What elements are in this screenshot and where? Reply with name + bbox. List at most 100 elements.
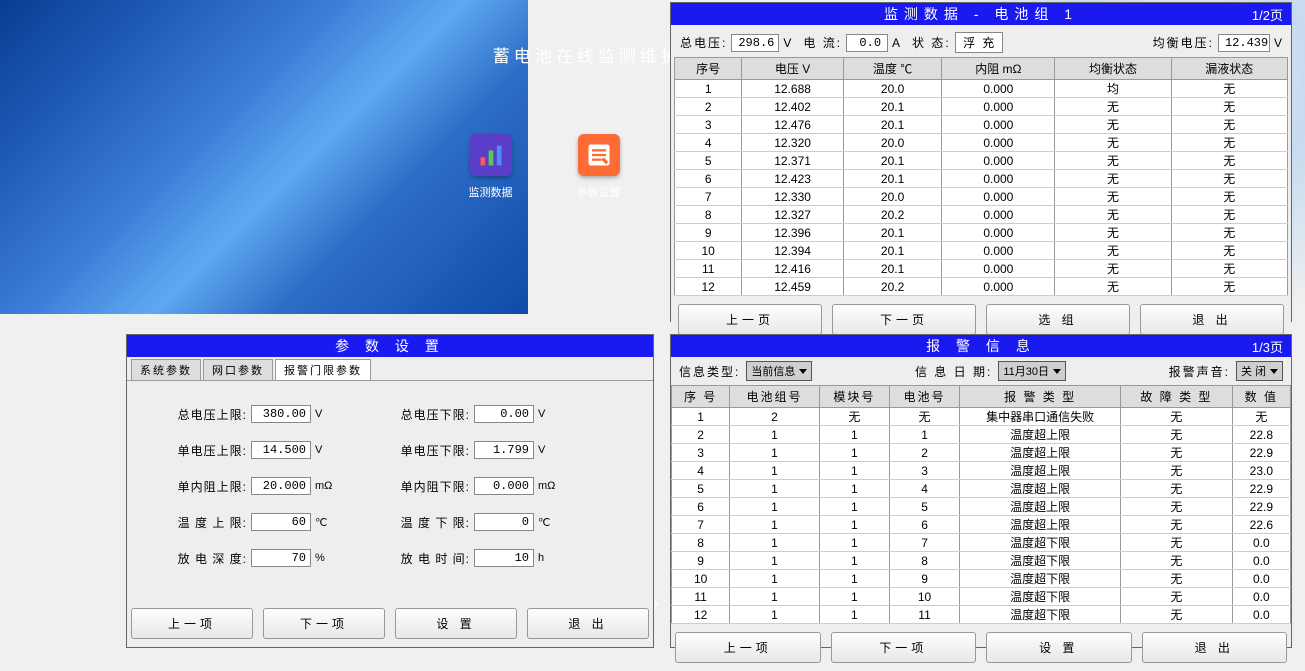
table-row: 212.40220.10.000无无 [675, 98, 1288, 116]
params-button[interactable]: 上一项 [131, 608, 253, 639]
table-cell: 无 [1171, 80, 1287, 98]
alarm-col-header: 模块号 [819, 386, 889, 408]
alarm-button[interactable]: 下一项 [831, 632, 977, 663]
alarm-button[interactable]: 退 出 [1142, 632, 1288, 663]
table-cell: 无 [1171, 152, 1287, 170]
form-input[interactable]: 60 [251, 513, 311, 531]
filter-sound-dropdown[interactable]: 关 闭 [1236, 361, 1283, 381]
form-unit: h [538, 552, 558, 564]
alarm-button[interactable]: 上一项 [675, 632, 821, 663]
form-group: 放 电 深 度:70% [167, 549, 390, 567]
params-button[interactable]: 下一项 [263, 608, 385, 639]
table-cell: 无 [1121, 408, 1232, 426]
filter-date-dropdown[interactable]: 11月30日 [998, 361, 1066, 381]
params-tab[interactable]: 网口参数 [203, 359, 273, 380]
table-cell: 10 [672, 570, 730, 588]
alarm-button[interactable]: 设 置 [986, 632, 1132, 663]
table-cell: 22.9 [1232, 444, 1290, 462]
table-cell: 12.423 [742, 170, 843, 188]
filter-sound-label: 报警声音: [1169, 363, 1230, 380]
form-group: 温 度 上 限:60℃ [167, 513, 390, 531]
form-input[interactable]: 0.00 [474, 405, 534, 423]
table-cell: 集中器串口通信失败 [960, 408, 1121, 426]
form-label: 放 电 深 度: [167, 550, 247, 567]
table-cell: 1 [819, 570, 889, 588]
table-cell: 20.1 [843, 98, 942, 116]
form-unit: V [538, 444, 558, 456]
form-input[interactable]: 70 [251, 549, 311, 567]
table-cell: 无 [1055, 134, 1171, 152]
home-screen: 蓄电池在线监测维护系统 SV1.10 监测数据参数设置手动操作报警信息 2019… [0, 0, 528, 314]
home-icon-0[interactable]: 监测数据 [461, 134, 521, 200]
params-button[interactable]: 退 出 [527, 608, 649, 639]
status-value: 浮 充 [955, 32, 1003, 53]
table-cell: 0.0 [1232, 534, 1290, 552]
form-group: 单内阻下限:0.000mΩ [390, 477, 613, 495]
form-label: 温 度 下 限: [390, 514, 470, 531]
form-input[interactable]: 10 [474, 549, 534, 567]
home-icon-row: 监测数据参数设置手动操作报警信息 [0, 134, 528, 200]
table-cell: 1 [672, 408, 730, 426]
monitor-body: 总电压: 298.6 V 电 流: 0.0 A 状 态: 浮 充 均衡电压: 1… [671, 25, 1291, 346]
table-cell: 1 [730, 534, 819, 552]
params-form: 总电压上限:380.00V总电压下限:0.00V单电压上限:14.500V单电压… [127, 381, 653, 600]
table-row: 12无无集中器串口通信失败无无 [672, 408, 1291, 426]
params-tab[interactable]: 系统参数 [131, 359, 201, 380]
table-cell: 无 [1055, 152, 1171, 170]
table-cell: 无 [1171, 260, 1287, 278]
chevron-down-icon [1053, 369, 1061, 374]
table-row: 912.39620.10.000无无 [675, 224, 1288, 242]
table-cell: 4 [675, 134, 742, 152]
avg-voltage-label: 均衡电压: [1153, 34, 1214, 51]
table-cell: 无 [1171, 116, 1287, 134]
table-cell: 2 [889, 444, 959, 462]
table-cell: 0.0 [1232, 588, 1290, 606]
form-input[interactable]: 14.500 [251, 441, 311, 459]
table-cell: 12.394 [742, 242, 843, 260]
form-input[interactable]: 1.799 [474, 441, 534, 459]
table-cell: 11 [675, 260, 742, 278]
form-label: 总电压下限: [390, 406, 470, 423]
table-cell: 无 [1121, 588, 1232, 606]
table-cell: 温度超下限 [960, 552, 1121, 570]
table-cell: 无 [1171, 98, 1287, 116]
monitor-button[interactable]: 选 组 [986, 304, 1130, 335]
monitor-button[interactable]: 退 出 [1140, 304, 1284, 335]
table-cell: 温度超下限 [960, 588, 1121, 606]
table-cell: 12.396 [742, 224, 843, 242]
params-tab[interactable]: 报警门限参数 [275, 359, 371, 380]
table-cell: 3 [672, 444, 730, 462]
table-row: 4113温度超上限无23.0 [672, 462, 1291, 480]
monitor-button[interactable]: 下一页 [832, 304, 976, 335]
filter-type-dropdown[interactable]: 当前信息 [746, 361, 812, 381]
table-cell: 5 [672, 480, 730, 498]
table-cell: 无 [1055, 224, 1171, 242]
table-cell: 1 [730, 606, 819, 624]
monitor-col-header: 内阻 mΩ [942, 58, 1055, 80]
monitor-col-header: 温度 ℃ [843, 58, 942, 80]
table-cell: 无 [1171, 170, 1287, 188]
monitor-title-bar: 监测数据 - 电池组 1 1/2页 [671, 3, 1291, 25]
table-cell: 无 [889, 408, 959, 426]
form-input[interactable]: 20.000 [251, 477, 311, 495]
form-input[interactable]: 0 [474, 513, 534, 531]
form-row: 单内阻上限:20.000mΩ单内阻下限:0.000mΩ [167, 477, 613, 495]
table-cell: 温度超上限 [960, 516, 1121, 534]
table-cell: 5 [675, 152, 742, 170]
table-cell: 20.0 [843, 188, 942, 206]
table-cell: 1 [819, 480, 889, 498]
params-title-bar: 参 数 设 置 [127, 335, 653, 357]
form-unit: ℃ [538, 516, 558, 529]
table-cell: 1 [730, 552, 819, 570]
table-cell: 1 [819, 534, 889, 552]
form-row: 总电压上限:380.00V总电压下限:0.00V [167, 405, 613, 423]
monitor-button[interactable]: 上一页 [678, 304, 822, 335]
table-cell: 6 [889, 516, 959, 534]
table-cell: 12.459 [742, 278, 843, 296]
table-cell: 0.000 [942, 188, 1055, 206]
table-cell: 1 [730, 480, 819, 498]
form-input[interactable]: 0.000 [474, 477, 534, 495]
table-cell: 23.0 [1232, 462, 1290, 480]
form-input[interactable]: 380.00 [251, 405, 311, 423]
params-button[interactable]: 设 置 [395, 608, 517, 639]
